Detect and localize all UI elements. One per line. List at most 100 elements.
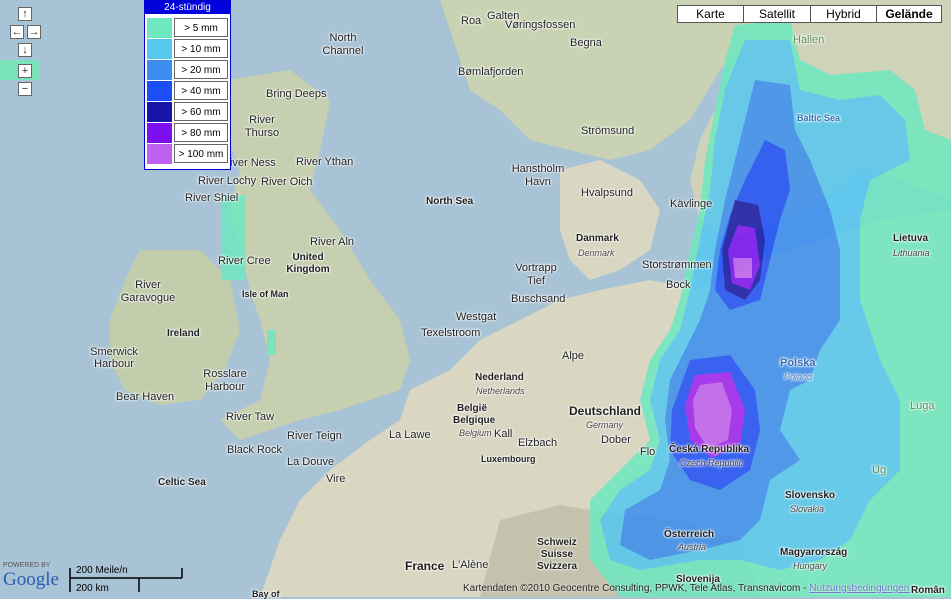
map-label-buschsand: Buschsand	[511, 293, 566, 305]
map-type-karte-button[interactable]: Karte	[677, 5, 744, 23]
pan-right-button[interactable]: →	[27, 25, 41, 39]
map-attribution: Kartendaten ©2010 Geocentre Consulting, …	[463, 583, 909, 594]
map-label-vortrapp: Vortrapp Tief	[512, 262, 560, 288]
zoom-in-button[interactable]: +	[18, 64, 32, 78]
map-label-slovakia: Slovakia	[790, 504, 825, 514]
legend-swatch	[147, 60, 172, 80]
map-type-hybrid-button[interactable]: Hybrid	[810, 5, 877, 23]
map-label-vire: Vire	[326, 473, 346, 485]
map-label-rosslare: Rosslare Harbour	[202, 368, 248, 394]
map-label-polska: Polska	[780, 357, 816, 369]
precip-10mm-scotland	[222, 195, 246, 280]
map-label-bring-deeps: Bring Deeps	[266, 88, 327, 100]
zoom-out-button[interactable]: −	[18, 82, 32, 96]
map-label-belgie: België	[457, 403, 488, 414]
map-label-belgium: Belgium	[459, 428, 492, 438]
map-label-north-channel: North Channel	[318, 32, 368, 58]
map-label-la-lawe: La Lawe	[389, 429, 431, 441]
precip-100mm	[733, 258, 752, 278]
map-label-river-teign: River Teign	[287, 430, 342, 442]
legend-label: > 60 mm	[174, 102, 228, 121]
map-label-text: River Thurso	[244, 114, 280, 139]
map-label-belgique: Belgique	[453, 415, 496, 426]
map-label-bock: Bock	[666, 279, 691, 291]
attribution-text: Kartendaten ©2010 Geocentre Consulting, …	[463, 583, 807, 594]
legend-item: > 80 mm	[146, 123, 229, 143]
map-label-ug: Ug	[872, 464, 887, 476]
map-label-celtic-sea: Celtic Sea	[158, 477, 206, 488]
legend-item: > 20 mm	[146, 60, 229, 80]
map-label-river-shiel: River Shiel	[185, 192, 239, 204]
map-label-germany: Germany	[586, 420, 624, 430]
map-label-magyarorszag: Magyarország	[780, 547, 848, 558]
scale-miles-label: 200 Meile/n	[76, 565, 128, 576]
legend-label: > 80 mm	[174, 123, 228, 142]
map-label-stromsund: Strömsund	[581, 125, 635, 137]
legend-swatch	[147, 144, 172, 164]
map-label-text: United Kingdom	[286, 252, 330, 275]
map-label-poland: Poland	[784, 372, 813, 382]
legend-swatch	[147, 102, 172, 122]
map-label-ireland: Ireland	[167, 328, 200, 339]
map-label-bomlafjorden: Bømlafjorden	[458, 66, 524, 78]
map-label-isle-of-man: Isle of Man	[242, 289, 289, 299]
map-label-bay-of: Bay of	[252, 589, 280, 599]
legend-title: 24-stündig	[145, 1, 230, 14]
map-label-schweiz: Schweiz Suisse Svizzera	[534, 537, 580, 573]
map-label-danmark: Danmark	[576, 233, 619, 244]
map-label-river-taw: River Taw	[226, 411, 275, 423]
legend-swatch	[147, 39, 172, 59]
map-label-text: Rosslare Harbour	[203, 368, 247, 393]
map-type-satellit-button[interactable]: Satellit	[743, 5, 811, 23]
legend-label: > 10 mm	[174, 39, 228, 58]
map-label-kavlinge: Kävlinge	[670, 198, 713, 210]
map-label-storstrommen: Storstrømmen	[642, 259, 712, 271]
map-label-luga: Luga	[910, 400, 935, 412]
map-label-text: River Garavogue	[120, 279, 176, 304]
map-label-river-aln: River Aln	[310, 236, 355, 248]
map-label-kall: Kall	[494, 428, 513, 440]
map-label-black-rock: Black Rock	[227, 444, 283, 456]
map-label-hungary: Hungary	[793, 561, 828, 571]
pan-left-button[interactable]: ←	[10, 25, 24, 39]
legend-label: > 20 mm	[174, 60, 228, 79]
map-label-czech: Czech Republic	[680, 458, 744, 468]
map-label-united-kingdom: United Kingdom	[285, 252, 331, 276]
map-type-gelaende-button[interactable]: Gelände	[876, 5, 942, 23]
map-label-roa: Roa	[461, 15, 482, 27]
map-label-river-thurso: River Thurso	[242, 114, 282, 140]
legend-swatch	[147, 81, 172, 101]
map-label-text: Schweiz Suisse Svizzera	[536, 537, 578, 572]
legend-item: > 5 mm	[146, 18, 229, 38]
map-label-bear-haven: Bear Haven	[116, 391, 175, 403]
precipitation-legend: 24-stündig > 5 mm > 10 mm > 20 mm > 40 m…	[144, 0, 231, 170]
map-label-l-alene: L'Alène	[452, 559, 489, 571]
terms-link[interactable]: Nutzungsbedingungen	[809, 583, 909, 594]
pan-down-button[interactable]: ↓	[18, 43, 32, 57]
map-label-north-sea: North Sea	[426, 196, 474, 207]
precip-5mm-wales	[267, 330, 276, 355]
map-label-dober: Dober	[601, 434, 631, 446]
map-label-texelstroom: Texelstroom	[421, 327, 481, 339]
map-label-river-oich: River Oich	[261, 176, 313, 188]
map-label-luxembourg: Luxembourg	[481, 454, 536, 464]
google-wordmark: Google	[3, 569, 59, 590]
map-label-voringsfossen: Vøringsfossen	[505, 19, 576, 31]
legend-label: > 5 mm	[174, 18, 228, 37]
map-label-lithuania: Lithuania	[893, 248, 930, 258]
map-label-text: Smerwick Harbour	[90, 346, 138, 370]
pan-up-button[interactable]: ↑	[18, 7, 32, 21]
map-label-text: Hanstholm Havn	[511, 163, 565, 188]
legend-label: > 100 mm	[174, 144, 228, 163]
map-label-hanstholm: Hanstholm Havn	[508, 163, 568, 189]
legend-item: > 40 mm	[146, 81, 229, 101]
map-label-river-garavogue: River Garavogue	[120, 279, 176, 305]
map-label-text: North Channel	[322, 32, 364, 57]
map-label-deutschland: Deutschland	[569, 404, 642, 418]
map-label-river-cree: River Cree	[218, 255, 271, 267]
map-label-austria: Austria	[678, 542, 707, 552]
legend-label: > 40 mm	[174, 81, 228, 100]
map-label-france: France	[405, 559, 445, 573]
google-logo[interactable]: POWERED BY Google	[3, 562, 59, 590]
legend-swatch	[147, 123, 172, 143]
